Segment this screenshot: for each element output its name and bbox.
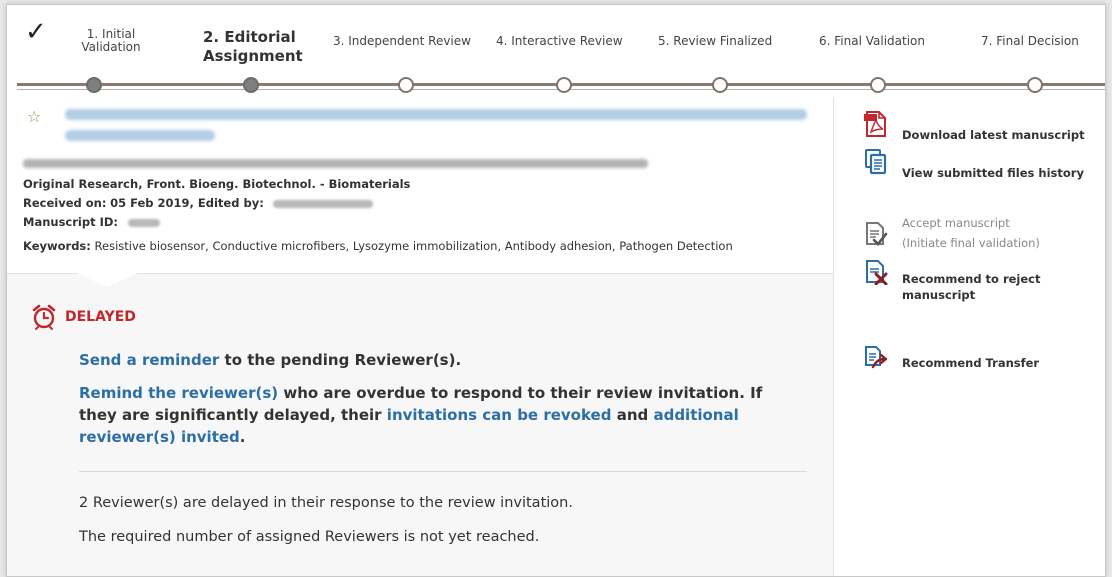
workflow-steps: ✓ 1. Initial Validation 2. Editorial Ass…: [7, 5, 1105, 97]
remind-reviewers-link[interactable]: Remind the reviewer(s): [79, 384, 278, 402]
send-reminder-text: to the pending Reviewer(s).: [219, 351, 462, 369]
download-manuscript-label: Download latest manuscript: [902, 128, 1085, 142]
step-independent-review[interactable]: 3. Independent Review: [333, 35, 471, 48]
recommend-transfer-action[interactable]: Recommend Transfer: [864, 345, 1084, 377]
step-dot-6: [870, 77, 886, 93]
step-final-decision[interactable]: 7. Final Decision: [981, 35, 1079, 48]
accept-manuscript-label: Accept manuscript (Initiate final valida…: [902, 215, 1040, 251]
accept-label-line-2: (Initiate final validation): [902, 236, 1040, 250]
transfer-icon: [865, 346, 888, 369]
review-workflow-panel: ✓ 1. Initial Validation 2. Editorial Ass…: [6, 4, 1106, 577]
divider: [79, 471, 807, 472]
manuscript-id-line: Manuscript ID:: [23, 215, 160, 229]
keywords-line: Keywords: Resistive biosensor, Conductiv…: [23, 239, 733, 253]
send-reminder-paragraph: Send a reminder to the pending Reviewer(…: [79, 349, 799, 371]
step-dot-3: [398, 77, 414, 93]
reject-document-icon: [866, 260, 888, 285]
step-review-finalized[interactable]: 5. Review Finalized: [658, 35, 772, 48]
step-dot-4: [556, 77, 572, 93]
accept-document-icon: [866, 222, 888, 246]
remind-text-2: and: [611, 406, 654, 424]
keywords-value: Resistive biosensor, Conductive microfib…: [94, 239, 733, 253]
step-label-line: Assignment: [203, 47, 303, 65]
article-type-line: Original Research, Front. Bioeng. Biotec…: [23, 177, 411, 191]
send-reminder-link[interactable]: Send a reminder: [79, 351, 219, 369]
step-label-line: 2. Editorial: [203, 28, 296, 46]
editor-name-redacted: [273, 199, 374, 208]
step-final-validation[interactable]: 6. Final Validation: [819, 35, 925, 48]
accept-label-line-1: Accept manuscript: [902, 216, 1010, 230]
manuscript-title-redacted[interactable]: [65, 109, 807, 151]
check-icon: ✓: [25, 17, 47, 47]
authors-redacted: [23, 159, 648, 168]
required-reviewers-info: The required number of assigned Reviewer…: [79, 529, 540, 545]
remind-text-3: .: [239, 428, 246, 446]
delayed-reviewers-info: 2 Reviewer(s) are delayed in their respo…: [79, 495, 573, 511]
step-dot-2: [243, 77, 259, 93]
actions-sidebar: Download latest manuscript View submitte…: [833, 97, 1105, 576]
manuscript-id-redacted: [127, 218, 160, 227]
manuscript-main: ☆ Original Research, Front. Bioeng. Biot…: [7, 97, 833, 576]
reject-label-line-1: Recommend to reject: [902, 272, 1041, 286]
step-dot-5: [712, 77, 728, 93]
info-pointer: [77, 273, 137, 287]
accept-manuscript-action[interactable]: Accept manuscript (Initiate final valida…: [864, 215, 1084, 253]
reject-label-line-2: manuscript: [902, 288, 976, 302]
received-line: Received on: 05 Feb 2019, Edited by:: [23, 196, 374, 210]
received-value: 05 Feb 2019, Edited by:: [110, 196, 264, 210]
step-dot-7: [1027, 77, 1043, 93]
recommend-reject-action[interactable]: Recommend to reject manuscript: [864, 259, 1084, 302]
recommend-reject-label: Recommend to reject manuscript: [902, 271, 1041, 303]
files-history-icon: [865, 149, 887, 175]
manuscript-id-label: Manuscript ID:: [23, 215, 119, 229]
received-label: Received on:: [23, 196, 107, 210]
download-manuscript-action[interactable]: Download latest manuscript: [864, 111, 1085, 143]
remind-paragraph: Remind the reviewer(s) who are overdue t…: [79, 382, 799, 448]
revoke-invitations-link[interactable]: invitations can be revoked: [387, 406, 612, 424]
alarm-clock-icon: [32, 304, 56, 330]
recommend-transfer-label: Recommend Transfer: [902, 356, 1040, 370]
keywords-label: Keywords:: [23, 239, 91, 253]
step-initial-validation[interactable]: 1. Initial Validation: [79, 28, 143, 54]
step-interactive-review[interactable]: 4. Interactive Review: [496, 35, 623, 48]
star-icon[interactable]: ☆: [27, 107, 41, 126]
delayed-status-badge: DELAYED: [65, 309, 136, 325]
pdf-icon: [864, 111, 886, 137]
step-editorial-assignment[interactable]: 2. Editorial Assignment: [203, 28, 303, 66]
step-dot-1: [86, 77, 102, 93]
status-panel: DELAYED Send a reminder to the pending R…: [7, 274, 833, 576]
view-files-history-label: View submitted files history: [902, 166, 1084, 180]
step-label-line: Validation: [81, 40, 141, 54]
manuscript-info: ☆ Original Research, Front. Bioeng. Biot…: [7, 97, 833, 274]
view-files-history-action[interactable]: View submitted files history: [864, 149, 1084, 181]
